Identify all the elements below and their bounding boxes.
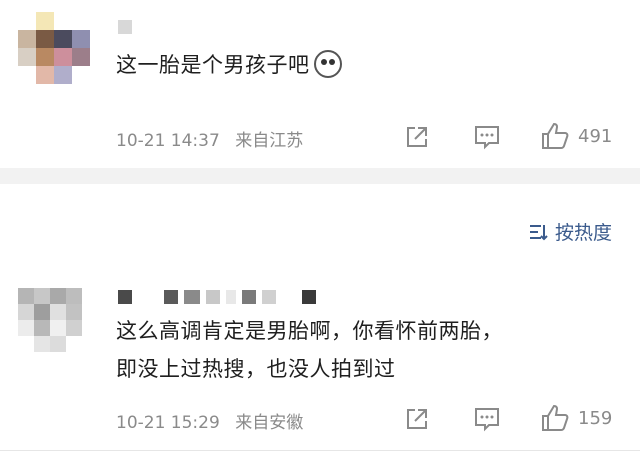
like-button[interactable]: 159 (540, 403, 612, 433)
like-icon (542, 404, 569, 431)
location: 来自江苏 (235, 131, 304, 151)
section-divider (0, 168, 640, 184)
comment-icon (475, 408, 499, 432)
comment-icon (475, 126, 499, 150)
timestamp: 10-21 14:37 (116, 131, 220, 151)
share-button[interactable] (404, 124, 430, 150)
like-button[interactable]: 491 (540, 121, 612, 151)
like-count: 159 (578, 407, 613, 429)
username-blurred[interactable] (118, 20, 132, 34)
comment-text: 这么高调肯定是男胎啊，你看怀前两胎， 即没上过热搜，也没人拍到过 (116, 319, 503, 381)
comment-button[interactable] (473, 406, 501, 432)
share-icon (407, 409, 427, 429)
husky-emoji-icon (313, 50, 342, 78)
comment-meta: 10-21 14:37 来自江苏 (116, 126, 303, 151)
like-count: 491 (578, 125, 613, 147)
share-icon (407, 127, 427, 147)
comment-meta: 10-21 15:29 来自安徽 (116, 408, 303, 433)
sort-label: 按热度 (554, 222, 612, 244)
timestamp: 10-21 15:29 (116, 413, 220, 433)
avatar[interactable] (18, 288, 82, 352)
avatar[interactable] (18, 12, 90, 84)
like-icon (542, 122, 569, 149)
username-blurred[interactable] (118, 290, 316, 304)
bottom-divider (0, 450, 640, 451)
sort-by-heat-button[interactable]: 按热度 (529, 218, 612, 245)
sort-icon (529, 224, 548, 240)
comment-text: 这一胎是个男孩子吧 (116, 46, 342, 84)
comment-button[interactable] (473, 124, 501, 150)
share-button[interactable] (404, 406, 430, 432)
location: 来自安徽 (235, 413, 304, 433)
